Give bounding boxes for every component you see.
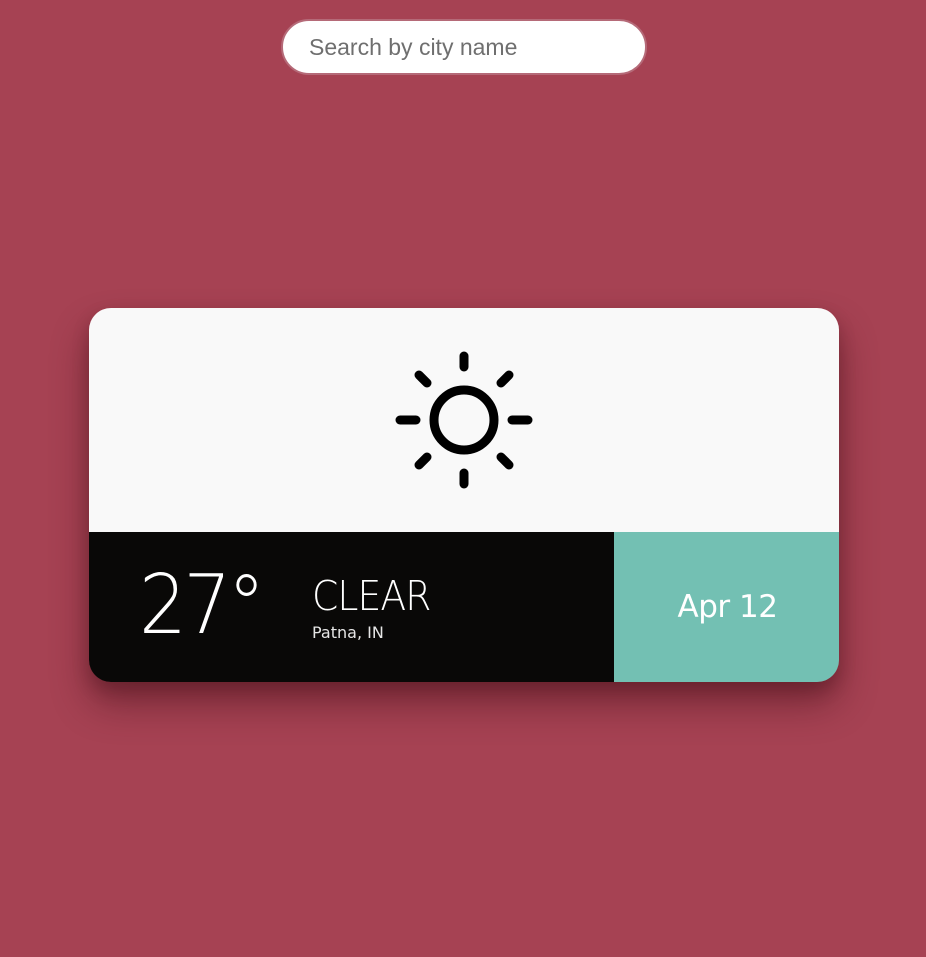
sun-ray <box>414 452 432 470</box>
city-location: Patna, IN <box>312 623 384 642</box>
search-input[interactable] <box>281 19 647 75</box>
weather-condition: CLEAR <box>312 572 432 620</box>
temperature-value: 27° <box>139 558 265 653</box>
sun-core <box>429 385 499 455</box>
sun-ray <box>496 370 514 388</box>
weather-card: 27° CLEAR Patna, IN Apr 12 <box>89 308 839 682</box>
sun-ray <box>414 370 432 388</box>
weather-icon-panel <box>89 308 839 532</box>
sun-ray <box>496 452 514 470</box>
current-date: Apr 12 <box>677 589 778 625</box>
weather-info-panel: 27° CLEAR Patna, IN <box>89 532 614 682</box>
weather-details: 27° CLEAR Patna, IN Apr 12 <box>89 532 839 682</box>
search-bar <box>281 19 647 75</box>
date-panel: Apr 12 <box>614 532 839 682</box>
sun-icon <box>395 351 533 489</box>
